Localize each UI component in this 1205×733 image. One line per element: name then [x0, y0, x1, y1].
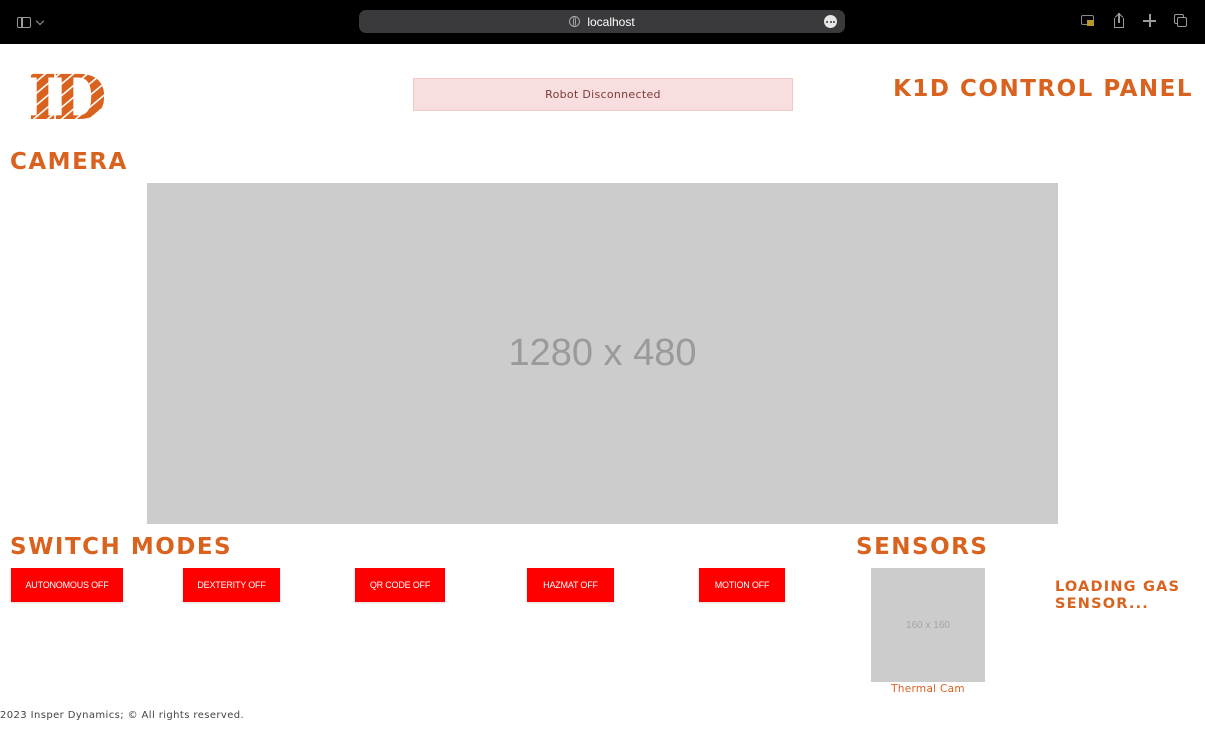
footer-copyright: 2023 Insper Dynamics; © All rights reser… — [0, 710, 245, 721]
address-text: localhost — [587, 14, 635, 29]
thermal-camera-feed: 160 x 160 — [871, 568, 985, 682]
logo-text: ID — [28, 64, 104, 124]
autonomous-toggle-button[interactable]: AUTONOMOUS OFF — [11, 568, 123, 602]
globe-icon — [569, 16, 581, 27]
camera-heading: CAMERA — [10, 149, 128, 175]
connection-status-banner: Robot Disconnected — [413, 78, 793, 111]
hazmat-toggle-button[interactable]: HAZMAT OFF — [527, 568, 614, 602]
sidebar-icon — [17, 16, 31, 28]
more-options-icon[interactable] — [824, 15, 837, 28]
connection-status-text: Robot Disconnected — [545, 88, 661, 101]
thermal-placeholder-text: 160 x 160 — [906, 619, 950, 631]
share-icon[interactable] — [1111, 12, 1127, 29]
new-tab-icon[interactable] — [1142, 13, 1158, 29]
picture-in-picture-icon[interactable] — [1080, 13, 1096, 29]
company-logo: ID — [28, 64, 104, 124]
thermal-cam-label: Thermal Cam — [891, 683, 965, 695]
camera-feed: 1280 x 480 — [147, 183, 1058, 524]
browser-toolbar: localhost — [0, 0, 1205, 44]
chevron-down-icon — [35, 16, 45, 25]
dexterity-toggle-button[interactable]: DEXTERITY OFF — [183, 568, 280, 602]
tab-overview-icon[interactable] — [1173, 13, 1189, 29]
motion-toggle-button[interactable]: MOTION OFF — [699, 568, 785, 602]
gas-sensor-status: LOADING GAS SENSOR... — [1055, 579, 1181, 612]
camera-placeholder-text: 1280 x 480 — [508, 332, 697, 374]
sensors-heading: SENSORS — [856, 534, 989, 560]
switch-modes-heading: SWITCH MODES — [10, 534, 233, 560]
qr-code-toggle-button[interactable]: QR CODE OFF — [355, 568, 445, 602]
sidebar-toggle-button[interactable] — [17, 12, 53, 32]
page-title: K1D CONTROL PANEL — [893, 76, 1193, 102]
address-bar[interactable]: localhost — [359, 10, 845, 33]
